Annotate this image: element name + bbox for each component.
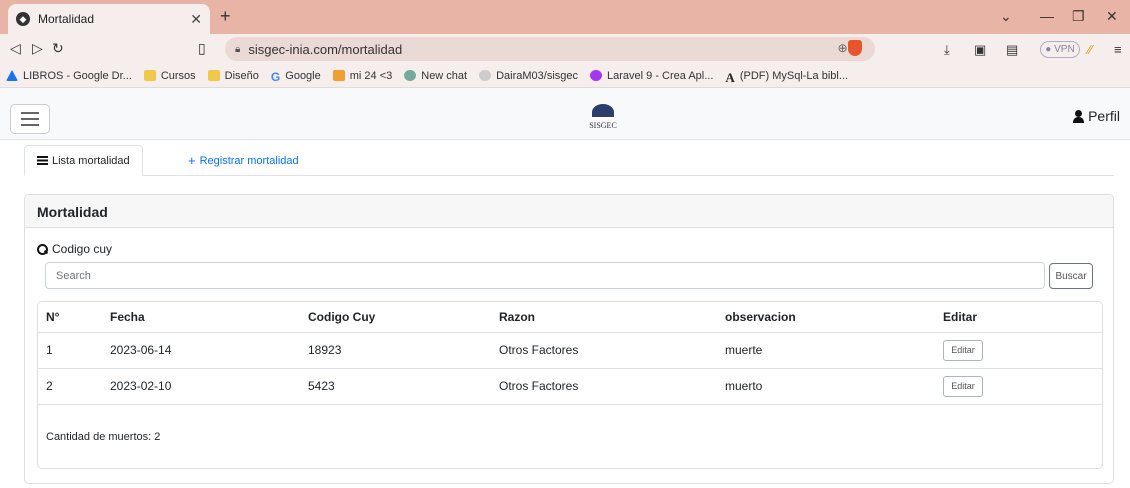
column-header: observacion [717, 302, 935, 333]
browser-toolbar: ◁ ▷ ↻ ▯ 🔒︎ sisgec-inia.com/mortalidad ⊕ … [0, 34, 1130, 64]
user-icon [1073, 109, 1085, 123]
tab-close-icon[interactable]: ✕ [190, 11, 202, 28]
cell-razon: Otros Factores [491, 332, 717, 369]
bookmark-item[interactable]: A (PDF) MySql-La bibl... [725, 70, 848, 86]
bookmark-item[interactable]: LIBROS - Google Dr... [6, 70, 132, 82]
death-count: Cantidad de muertos: 2 [46, 431, 161, 443]
restore-icon[interactable]: ❐ [1072, 8, 1085, 25]
table-row: 2 2023-02-10 5423 Otros Factores muerto … [38, 368, 1102, 405]
minimize-icon[interactable]: — [1040, 8, 1054, 24]
app-navbar: SISGEC Perfil [0, 88, 1130, 140]
hamburger-menu-button[interactable] [10, 104, 50, 134]
edit-button[interactable]: Editar [943, 375, 983, 397]
browser-tab-strip: ◆ Mortalidad ✕ + ⌄ — ❐ ✕ [0, 0, 1130, 34]
tab-title: Mortalidad [38, 12, 95, 26]
address-bar[interactable]: 🔒︎ sisgec-inia.com/mortalidad ⊕ ⇪ [225, 37, 875, 61]
search-icon [37, 243, 48, 255]
bookmark-icon[interactable]: ▯ [198, 40, 206, 57]
cell-observacion: muerte [717, 332, 935, 369]
column-header: Fecha [102, 302, 300, 333]
url-text: sisgec-inia.com/mortalidad [248, 41, 403, 57]
table-row: 1 2023-06-14 18923 Otros Factores muerte… [38, 332, 1102, 369]
folder-icon [207, 70, 220, 81]
cell-codigo: 5423 [300, 368, 491, 405]
bookmark-item[interactable]: DairaM03/sisgec [479, 70, 578, 82]
column-header: Razon [491, 302, 717, 333]
tab-favicon-icon: ◆ [16, 12, 30, 26]
cell-fecha: 2023-02-10 [102, 368, 300, 405]
cell-codigo: 18923 [300, 332, 491, 369]
plus-icon: + [188, 153, 196, 168]
mortality-card: Mortalidad Codigo cuy Buscar N° Fecha Co… [24, 194, 1114, 484]
new-tab-button[interactable]: + [220, 6, 231, 27]
search-label: Codigo cuy [37, 242, 112, 256]
back-icon[interactable]: ◁ [10, 40, 21, 57]
tab-lista-mortalidad[interactable]: Lista mortalidad [24, 145, 143, 176]
sidebar-icon[interactable]: ▣ [974, 42, 986, 58]
app-logo[interactable]: SISGEC [583, 104, 623, 136]
column-header: Codigo Cuy [300, 302, 491, 333]
edit-button[interactable]: Editar [943, 339, 983, 361]
cell-observacion: muerto [717, 368, 935, 405]
download-icon[interactable]: ⤓ [944, 42, 950, 58]
profile-label: Perfil [1088, 108, 1120, 124]
drive-icon [6, 70, 18, 81]
list-icon [37, 156, 48, 165]
wallet-icon[interactable]: ▤ [1006, 42, 1018, 58]
academia-icon: A [725, 70, 735, 85]
bookmarks-bar: LIBROS - Google Dr... Cursos Diseño G Goo… [0, 64, 1130, 88]
udemy-icon [590, 70, 603, 81]
column-header: N° [38, 302, 102, 333]
tab-search-icon[interactable]: ⌄ [1000, 8, 1012, 25]
window-close-icon[interactable]: ✕ [1106, 8, 1118, 25]
search-button[interactable]: Buscar [1049, 263, 1093, 289]
folder-icon [143, 70, 156, 81]
cell-editar: Editar [935, 332, 1102, 369]
forward-icon[interactable]: ▷ [32, 40, 43, 57]
browser-tab[interactable]: ◆ Mortalidad ✕ [8, 4, 210, 34]
search-input[interactable] [45, 262, 1045, 289]
menu-icon[interactable]: ≡ [1114, 42, 1122, 57]
logo-text: SISGEC [589, 121, 617, 130]
table-header-row: N° Fecha Codigo Cuy Razon observacion Ed… [38, 302, 1102, 333]
page-tabs: Lista mortalidad + Registrar mortalidad [24, 145, 1114, 176]
brave-shield-icon[interactable] [848, 40, 862, 56]
lock-icon: 🔒︎ [235, 43, 241, 55]
chatgpt-icon [404, 70, 417, 81]
bookmark-item[interactable]: Cursos [143, 70, 196, 82]
profile-link[interactable]: Perfil [1073, 108, 1120, 124]
bookmark-item[interactable]: Diseño [207, 70, 259, 82]
bookmark-item[interactable]: New chat [404, 70, 467, 82]
cell-fecha: 2023-06-14 [102, 332, 300, 369]
cell-editar: Editar [935, 368, 1102, 405]
cell-razon: Otros Factores [491, 368, 717, 405]
video-icon [332, 70, 345, 81]
card-title: Mortalidad [25, 195, 1113, 228]
github-icon [479, 70, 492, 81]
bookmark-item[interactable]: G Google [270, 70, 321, 85]
tab-registrar-mortalidad[interactable]: + Registrar mortalidad [176, 145, 311, 176]
cell-number: 1 [38, 332, 102, 369]
bookmark-item[interactable]: mi 24 <3 [332, 70, 392, 82]
rewards-icon[interactable]: ⁄⁄ [1088, 42, 1092, 57]
logo-icon [592, 104, 614, 120]
reload-icon[interactable]: ↻ [52, 40, 64, 57]
mortality-table: N° Fecha Codigo Cuy Razon observacion Ed… [37, 301, 1103, 469]
column-header: Editar [935, 302, 1102, 333]
google-icon: G [270, 70, 281, 84]
cell-number: 2 [38, 368, 102, 405]
vpn-button[interactable]: ● VPN [1040, 41, 1080, 58]
bookmark-item[interactable]: Laravel 9 - Crea Apl... [590, 70, 713, 82]
